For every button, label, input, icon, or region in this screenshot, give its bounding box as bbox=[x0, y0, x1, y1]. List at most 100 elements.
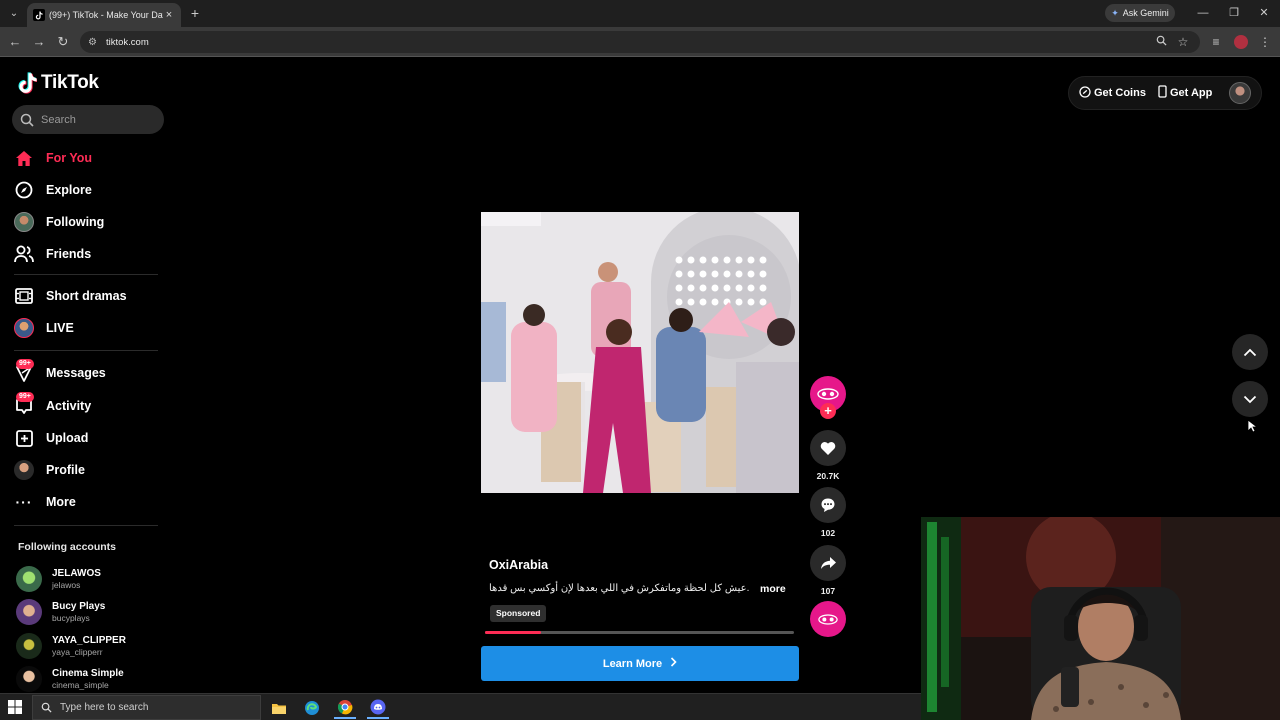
restore-button[interactable]: ❐ bbox=[1222, 4, 1246, 22]
ask-gemini-button[interactable]: ✦ Ask Gemini bbox=[1105, 4, 1175, 22]
like-button[interactable] bbox=[810, 430, 846, 466]
webcam-feed-illustration bbox=[921, 517, 1280, 720]
media-controls-icon[interactable]: ≡ bbox=[1207, 33, 1225, 51]
tiktok-logo[interactable]: TikTok bbox=[17, 72, 99, 94]
chrome-browser-icon[interactable] bbox=[334, 697, 356, 719]
nav-friends[interactable]: Friends bbox=[14, 241, 91, 267]
account-handle: bucyplays bbox=[52, 612, 90, 623]
nav-label: Profile bbox=[46, 463, 85, 477]
nav-live[interactable]: LIVE bbox=[14, 315, 74, 341]
nav-label: For You bbox=[46, 151, 93, 165]
site-info-icon[interactable]: ⚙ bbox=[88, 37, 100, 48]
sidebar-divider bbox=[14, 274, 158, 275]
nav-label: Short dramas bbox=[46, 289, 127, 303]
browser-menu-icon[interactable]: ⋮ bbox=[1256, 33, 1274, 51]
comment-button[interactable] bbox=[810, 487, 846, 523]
taskbar-search-box[interactable]: Type here to search bbox=[32, 695, 261, 720]
following-avatar-icon bbox=[14, 212, 34, 232]
nav-messages[interactable]: 99+ Messages bbox=[14, 359, 106, 386]
file-explorer-icon[interactable] bbox=[268, 697, 290, 719]
tiktok-search-box[interactable] bbox=[12, 105, 164, 134]
tiktok-favicon-icon bbox=[33, 9, 45, 21]
nav-label: LIVE bbox=[46, 321, 74, 335]
windows-taskbar: Type here to search bbox=[0, 693, 921, 720]
account-name: Cinema Simple bbox=[52, 667, 124, 679]
share-arrow-icon bbox=[820, 557, 836, 569]
discord-app-icon[interactable] bbox=[367, 697, 389, 719]
home-icon bbox=[14, 148, 34, 168]
nav-short-dramas[interactable]: Short dramas bbox=[14, 283, 127, 309]
oxi-logo-icon bbox=[817, 388, 839, 400]
following-account[interactable]: Cinema Simple cinema_simple bbox=[16, 665, 166, 693]
like-count: 20.7K bbox=[816, 471, 840, 481]
close-window-button[interactable]: ✕ bbox=[1252, 4, 1276, 22]
nav-explore[interactable]: Explore bbox=[14, 177, 92, 203]
get-coins-button[interactable]: Get Coins bbox=[1079, 85, 1146, 101]
sidebar-divider bbox=[14, 350, 158, 351]
reload-icon[interactable]: ↻ bbox=[54, 33, 72, 51]
following-account[interactable]: YAYA_CLIPPER yaya_clipperr bbox=[16, 632, 166, 660]
user-avatar[interactable] bbox=[1229, 82, 1251, 104]
nav-label: Messages bbox=[46, 366, 106, 380]
ask-gemini-label: Ask Gemini bbox=[1122, 8, 1169, 18]
nav-for-you[interactable]: For You bbox=[14, 145, 92, 171]
tab-title: (99+) TikTok - Make Your Day bbox=[49, 10, 163, 20]
sound-disc[interactable] bbox=[810, 601, 846, 637]
heart-icon bbox=[820, 441, 836, 455]
learn-more-button[interactable]: Learn More bbox=[481, 646, 799, 681]
get-app-button[interactable]: Get App bbox=[1158, 85, 1212, 101]
account-avatar bbox=[16, 599, 42, 625]
video-player[interactable] bbox=[481, 212, 799, 493]
get-app-label: Get App bbox=[1169, 87, 1213, 99]
search-input[interactable] bbox=[41, 113, 151, 126]
description-more-link[interactable]: more bbox=[760, 583, 786, 595]
following-account[interactable]: Bucy Plays bucyplays bbox=[16, 598, 166, 626]
share-button[interactable] bbox=[810, 545, 846, 581]
sponsored-badge: Sponsored bbox=[490, 605, 547, 622]
address-bar[interactable]: ⚙ tiktok.com bbox=[80, 31, 1200, 53]
live-avatar-icon bbox=[14, 318, 34, 338]
messages-badge: 99+ bbox=[16, 359, 34, 369]
top-actions: Get Coins Get App bbox=[1068, 76, 1262, 110]
bookmark-star-icon[interactable]: ☆ bbox=[1174, 33, 1192, 51]
nav-upload[interactable]: Upload bbox=[14, 425, 88, 451]
nav-profile[interactable]: Profile bbox=[14, 457, 85, 483]
windows-start-icon[interactable] bbox=[8, 700, 22, 714]
nav-following[interactable]: Following bbox=[14, 209, 104, 235]
nav-activity[interactable]: 99+ Activity bbox=[14, 392, 91, 419]
oxi-logo-icon bbox=[818, 613, 838, 625]
previous-video-button[interactable] bbox=[1232, 334, 1268, 370]
follow-plus-button[interactable]: + bbox=[820, 403, 836, 419]
account-name: JELAWOS bbox=[52, 567, 101, 579]
zoom-icon[interactable] bbox=[1152, 33, 1170, 51]
browser-tab-tiktok[interactable]: (99+) TikTok - Make Your Day × bbox=[27, 3, 181, 27]
nav-more[interactable]: ··· More bbox=[14, 489, 76, 515]
new-tab-button[interactable]: + bbox=[187, 5, 203, 21]
video-author[interactable]: OxiArabia bbox=[489, 558, 548, 572]
back-arrow-icon[interactable]: ← bbox=[6, 33, 24, 51]
following-account[interactable]: JELAWOS jelawos bbox=[16, 565, 166, 593]
following-accounts-title: Following accounts bbox=[18, 541, 117, 553]
browser-profile-avatar[interactable] bbox=[1234, 35, 1248, 49]
edge-browser-icon[interactable] bbox=[301, 697, 323, 719]
account-name: Bucy Plays bbox=[52, 600, 106, 612]
mouse-cursor-icon bbox=[1247, 419, 1257, 433]
video-frame-illustration bbox=[481, 212, 799, 493]
more-dots-icon: ··· bbox=[15, 494, 33, 510]
account-name: YAYA_CLIPPER bbox=[52, 634, 126, 646]
taskbar-search-placeholder: Type here to search bbox=[60, 702, 149, 713]
nav-label: More bbox=[46, 495, 76, 509]
tab-search-chevron-icon[interactable]: ⌄ bbox=[6, 6, 22, 22]
compass-icon bbox=[14, 180, 34, 200]
account-handle: yaya_clipperr bbox=[52, 646, 103, 657]
minimize-button[interactable]: — bbox=[1191, 4, 1215, 22]
share-count: 107 bbox=[820, 586, 836, 596]
next-video-button[interactable] bbox=[1232, 381, 1268, 417]
nav-label: Following bbox=[46, 215, 105, 229]
tiktok-note-icon bbox=[17, 72, 38, 94]
forward-arrow-icon[interactable]: → bbox=[30, 33, 48, 51]
tab-close-icon[interactable]: × bbox=[163, 9, 175, 21]
url-text: tiktok.com bbox=[106, 36, 149, 48]
video-progress-bar[interactable] bbox=[485, 631, 794, 634]
messages-icon: 99+ bbox=[14, 359, 34, 383]
